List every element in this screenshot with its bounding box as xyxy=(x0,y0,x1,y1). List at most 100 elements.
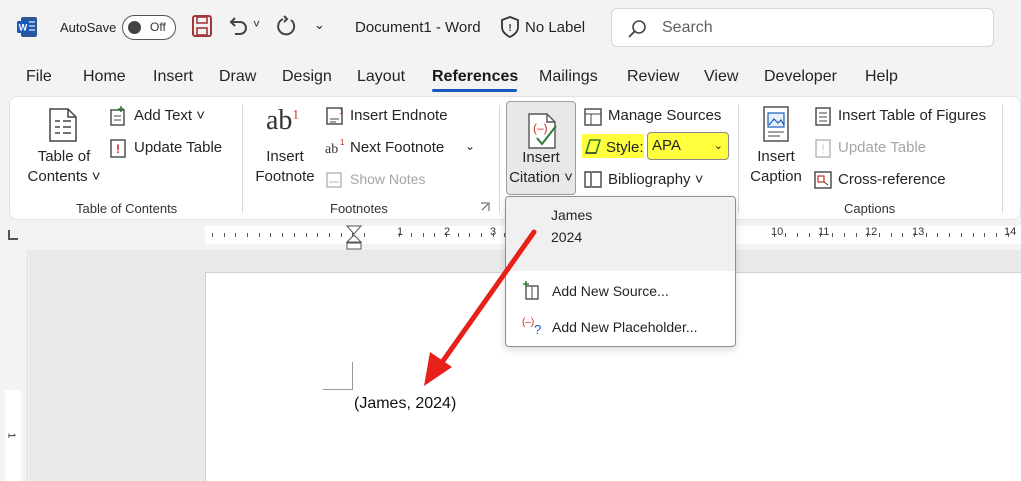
citation-style-select[interactable]: APA ⌄ xyxy=(647,132,729,160)
search-input[interactable] xyxy=(662,17,962,39)
cross-reference-icon xyxy=(814,171,832,189)
tab-review[interactable]: Review xyxy=(627,68,679,86)
insert-citation-dropdown: James 2024 Add New Source... (–) ? Add N… xyxy=(505,196,736,347)
ruler-tick xyxy=(774,233,775,237)
redo-icon[interactable] xyxy=(274,14,298,38)
ruler-tick xyxy=(844,233,845,237)
ruler-tick xyxy=(481,233,482,237)
group-label-toc: Table of Contents xyxy=(76,201,178,216)
svg-text:ab: ab xyxy=(325,142,338,157)
tab-references[interactable]: References xyxy=(432,68,518,86)
insert-footnote-line2: Footnote xyxy=(255,168,315,185)
next-footnote-button[interactable]: Next Footnote xyxy=(350,139,444,156)
source-year: 2024 xyxy=(551,229,583,245)
autosave-toggle[interactable]: Off xyxy=(122,15,176,40)
cross-reference-button[interactable]: Cross-reference xyxy=(838,171,946,188)
toc-label-line2: Contents ˅ xyxy=(27,168,101,185)
search-icon xyxy=(628,20,646,38)
tab-layout[interactable]: Layout xyxy=(357,68,405,86)
ruler-tick xyxy=(411,233,412,237)
style-icon xyxy=(584,139,602,154)
group-separator xyxy=(242,105,243,213)
autosave-state: Off xyxy=(150,20,166,34)
tab-draw[interactable]: Draw xyxy=(219,68,256,86)
ruler-tick xyxy=(879,233,880,237)
undo-icon[interactable] xyxy=(226,14,248,38)
ruler-tick xyxy=(1008,233,1009,237)
citation-source-item[interactable]: James 2024 xyxy=(506,197,735,271)
ruler-tick xyxy=(317,233,318,237)
add-new-source-item[interactable]: Add New Source... xyxy=(552,283,669,299)
inserted-citation-text[interactable]: (James, 2024) xyxy=(354,395,456,413)
ruler-tick xyxy=(247,233,248,237)
tab-selector-icon[interactable] xyxy=(8,230,18,240)
tab-home[interactable]: Home xyxy=(83,68,126,86)
autosave-label: AutoSave xyxy=(60,20,117,35)
ruler-tick xyxy=(961,233,962,237)
tab-insert[interactable]: Insert xyxy=(153,68,193,86)
word-app-icon[interactable]: W xyxy=(16,16,38,38)
sensitivity-label-text[interactable]: No Label xyxy=(525,19,585,36)
customize-toolbar-chevron-icon[interactable]: ⌄ xyxy=(314,17,325,33)
manage-sources-icon xyxy=(584,108,602,126)
insert-caption-icon xyxy=(763,106,789,142)
insert-endnote-icon: 1 xyxy=(326,107,344,125)
style-label: Style: xyxy=(606,139,644,156)
tab-file[interactable]: File xyxy=(26,68,52,86)
citation-style-value: APA xyxy=(652,137,681,154)
tab-help[interactable]: Help xyxy=(865,68,898,86)
svg-text:!: ! xyxy=(821,142,824,156)
add-text-button[interactable]: Add Text ˅ xyxy=(134,107,205,124)
ruler-tick xyxy=(902,233,903,237)
save-icon[interactable] xyxy=(191,14,213,38)
table-of-figures-icon xyxy=(815,107,831,126)
insert-citation-line1: Insert xyxy=(522,149,560,166)
table-of-contents-button[interactable]: Table of Contents ˅ xyxy=(22,147,106,187)
undo-dropdown-chevron-icon[interactable]: ˅ xyxy=(253,17,260,31)
manage-sources-button[interactable]: Manage Sources xyxy=(608,107,721,124)
ruler-tick xyxy=(282,233,283,237)
search-box[interactable] xyxy=(611,8,994,47)
ruler-tick xyxy=(423,233,424,237)
bibliography-button[interactable]: Bibliography ˅ xyxy=(608,171,703,188)
tab-design[interactable]: Design xyxy=(282,68,332,86)
tab-view[interactable]: View xyxy=(704,68,738,86)
insert-footnote-icon: ab1 xyxy=(266,105,299,137)
ruler-tick xyxy=(224,233,225,237)
ruler-tick xyxy=(891,233,892,237)
update-table-figures-button[interactable]: Update Table xyxy=(838,139,926,156)
document-title: Document1 - Word xyxy=(355,19,481,36)
insert-citation-button[interactable]: (–) Insert Citation ˅ xyxy=(506,101,576,195)
ruler-tick xyxy=(937,233,938,237)
insert-endnote-button[interactable]: Insert Endnote xyxy=(350,107,448,124)
insert-caption-button[interactable]: Insert Caption xyxy=(742,147,810,187)
insert-citation-line2: Citation ˅ xyxy=(509,169,573,186)
indent-marker-icon[interactable] xyxy=(345,224,363,250)
tab-mailings[interactable]: Mailings xyxy=(539,68,598,86)
footnote-superscript-glyph: 1 xyxy=(292,106,299,122)
ruler-tick xyxy=(212,233,213,237)
next-footnote-dropdown-chevron-icon[interactable]: ⌄ xyxy=(465,139,475,153)
update-table-icon: ! xyxy=(110,139,126,158)
ruler-tick xyxy=(259,233,260,237)
tab-developer[interactable]: Developer xyxy=(764,68,837,86)
vertical-ruler[interactable]: 1 xyxy=(0,250,28,481)
ruler-tick xyxy=(867,233,868,237)
insert-table-of-figures-button[interactable]: Insert Table of Figures xyxy=(838,107,986,124)
group-label-footnotes: Footnotes xyxy=(330,201,388,216)
dialog-launcher-icon[interactable] xyxy=(480,202,490,212)
active-tab-indicator xyxy=(432,89,517,92)
add-new-placeholder-item[interactable]: Add New Placeholder... xyxy=(552,319,698,335)
page-margin-corner xyxy=(323,362,353,390)
table-of-contents-icon xyxy=(49,108,77,142)
ruler-tick xyxy=(270,233,271,237)
toggle-knob xyxy=(128,21,141,34)
ruler-tick xyxy=(949,233,950,237)
update-table-button[interactable]: Update Table xyxy=(134,139,222,156)
ab-glyph: ab xyxy=(266,105,293,136)
sensitivity-label-icon[interactable]: ! xyxy=(500,16,520,38)
ruler-tick xyxy=(493,233,494,237)
insert-caption-line1: Insert xyxy=(757,148,795,165)
insert-footnote-button[interactable]: Insert Footnote xyxy=(248,147,322,187)
show-notes-button[interactable]: Show Notes xyxy=(350,171,425,187)
